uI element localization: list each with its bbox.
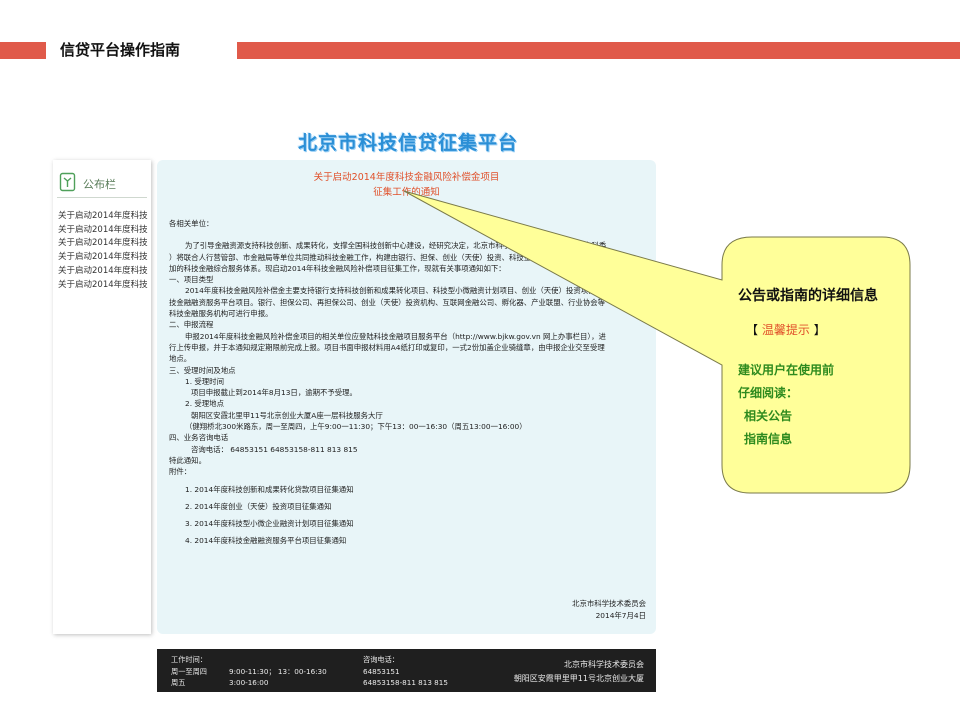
callout-tip-close: 】 (813, 323, 826, 337)
callout-advice: 建议用户在使用前 仔细阅读： 相关公告 指南信息 (738, 359, 834, 451)
callout-tip-word: 温馨提示 (761, 323, 810, 337)
callout-line: 建议用户在使用前 (738, 363, 835, 377)
callout-main-text: 公告或指南的详细信息 (738, 288, 878, 304)
callout-tip: 【 温馨提示 】 (746, 321, 826, 338)
callout-line: 相关公告 (744, 409, 793, 423)
callout-text: 公告或指南的详细信息 【 温馨提示 】 建议用户在使用前 仔细阅读： 相关公告 … (722, 237, 910, 493)
callout-line: 指南信息 (744, 432, 793, 446)
callout-tip-open: 【 (746, 323, 759, 337)
callout-line: 仔细阅读： (738, 386, 799, 400)
